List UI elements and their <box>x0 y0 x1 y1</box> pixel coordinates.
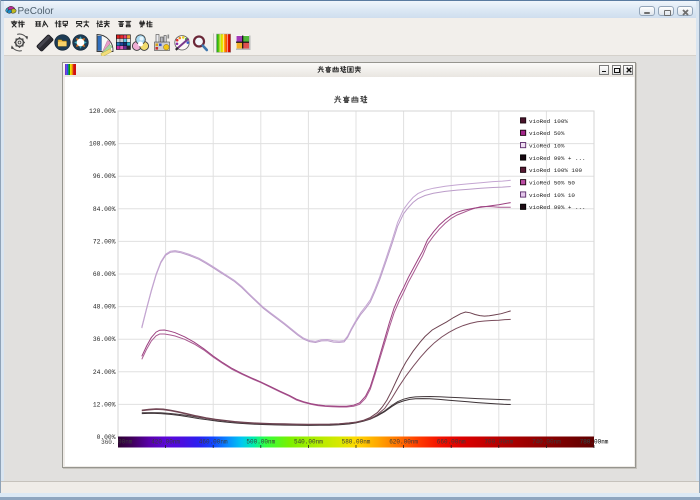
svg-text:48.00%: 48.00% <box>93 304 116 311</box>
svg-text:36.00%: 36.00% <box>93 336 116 343</box>
svg-text:vioRed 10% 10: vioRed 10% 10 <box>529 192 575 199</box>
svg-text:660.00nm: 660.00nm <box>437 439 466 446</box>
svg-text:84.00%: 84.00% <box>93 206 116 213</box>
svg-text:vioRed 50%: vioRed 50% <box>529 130 565 137</box>
svg-text:vioRed 100%: vioRed 100% <box>529 118 568 125</box>
svg-text:vioRed 100% 100: vioRed 100% 100 <box>529 167 582 174</box>
svg-text:108.00%: 108.00% <box>89 141 116 148</box>
svg-text:620.00nm: 620.00nm <box>389 439 418 446</box>
svg-text:740.00nm: 740.00nm <box>532 439 561 446</box>
svg-text:360.: 360. <box>101 439 115 446</box>
svg-text:96.00%: 96.00% <box>93 173 116 180</box>
svg-text:vioRed 50% 50: vioRed 50% 50 <box>529 180 575 187</box>
svg-text:60.00%: 60.00% <box>93 271 116 278</box>
svg-text:120.00%: 120.00% <box>89 108 116 115</box>
svg-text:780.00nm: 780.00nm <box>580 439 609 446</box>
svg-text:12.00%: 12.00% <box>93 401 116 408</box>
svg-text:vioRed 99% + ...: vioRed 99% + ... <box>529 155 586 162</box>
svg-text:vioRed 99% + ...: vioRed 99% + ... <box>529 204 586 211</box>
svg-text:420.00nm: 420.00nm <box>151 439 180 446</box>
svg-text:72.00%: 72.00% <box>93 238 116 245</box>
svg-text:460.00nm: 460.00nm <box>199 439 228 446</box>
svg-text:500.00nm: 500.00nm <box>246 439 275 446</box>
svg-text:700.00nm: 700.00nm <box>484 439 513 446</box>
svg-text:540.00nm: 540.00nm <box>294 439 323 446</box>
svg-text:24.00%: 24.00% <box>93 369 116 376</box>
svg-text:vioRed 10%: vioRed 10% <box>529 143 565 150</box>
svg-text:580.00nm: 580.00nm <box>342 439 371 446</box>
